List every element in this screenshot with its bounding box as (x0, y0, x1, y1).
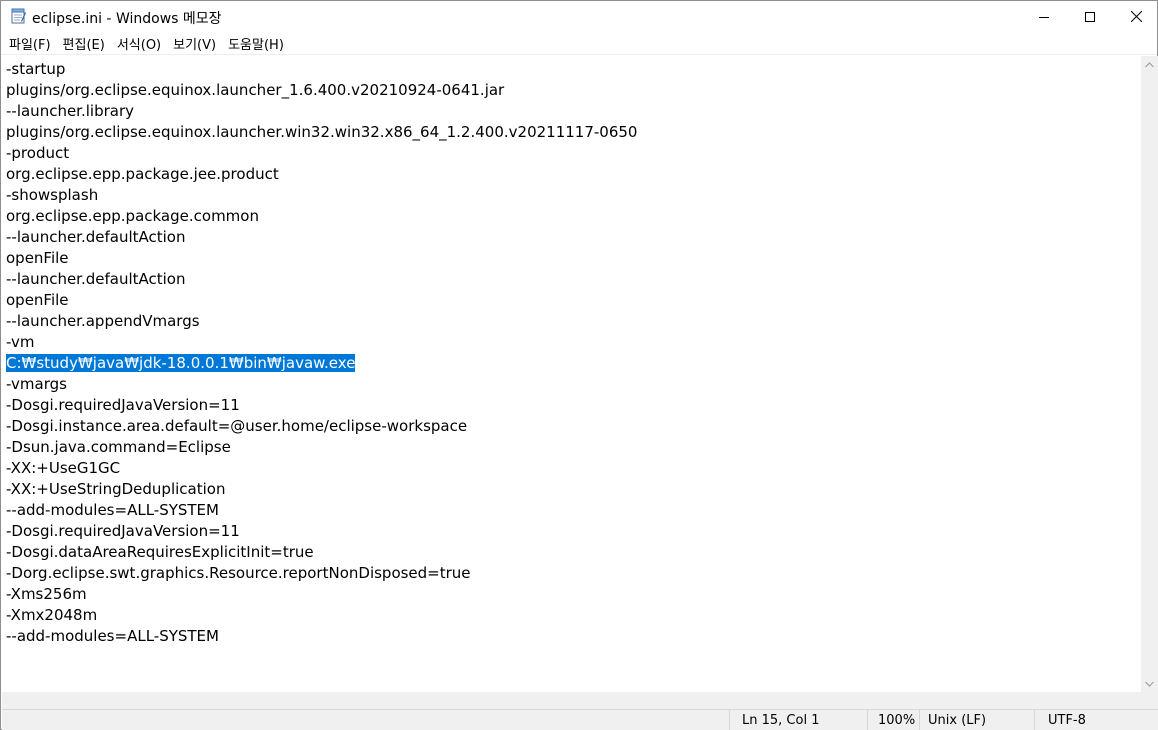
text-line[interactable]: -XX:+UseStringDeduplication (6, 479, 637, 500)
text-line-content: -XX:+UseG1GC (6, 459, 121, 477)
text-line[interactable]: -Dosgi.requiredJavaVersion=11 (6, 395, 637, 416)
text-line[interactable]: -Dsun.java.command=Eclipse (6, 437, 637, 458)
text-line-content: org.eclipse.epp.package.jee.product (6, 165, 279, 183)
editor-lines: -startup plugins/org.eclipse.equinox.laun… (6, 59, 637, 647)
text-line[interactable]: -vmargs (6, 374, 637, 395)
text-line-content: plugins/org.eclipse.equinox.launcher_1.6… (6, 81, 505, 99)
status-cursor-position: Ln 15, Col 1 (729, 710, 867, 730)
text-line-content: -Dsun.java.command=Eclipse (6, 438, 231, 456)
text-line-content: -Dosgi.requiredJavaVersion=11 (6, 396, 240, 414)
text-line[interactable]: -Dosgi.instance.area.default=@user.home/… (6, 416, 637, 437)
text-line-content: C:₩study₩java₩jdk-18.0.0.1₩bin₩javaw.exe (6, 354, 356, 372)
horizontal-scrollbar[interactable] (2, 692, 1141, 709)
maximize-button[interactable] (1067, 1, 1113, 32)
text-line[interactable]: -Xmx2048m (6, 605, 637, 626)
text-line-content: -vmargs (6, 375, 67, 393)
text-line-content: plugins/org.eclipse.equinox.launcher.win… (6, 123, 638, 141)
minimize-button[interactable] (1021, 1, 1067, 32)
chevron-up-icon (1145, 61, 1154, 67)
text-line[interactable]: --launcher.defaultAction (6, 269, 637, 290)
status-line-ending: Unix (LF) (919, 710, 1034, 730)
text-line[interactable]: --add-modules=ALL-SYSTEM (6, 626, 637, 647)
text-editor[interactable]: -startup plugins/org.eclipse.equinox.laun… (2, 56, 1141, 692)
scroll-down-button[interactable] (1141, 675, 1158, 692)
close-button[interactable] (1113, 1, 1158, 32)
text-line-content: -product (6, 144, 70, 162)
scroll-up-button[interactable] (1141, 56, 1158, 73)
text-line[interactable]: -XX:+UseG1GC (6, 458, 637, 479)
status-bar: Ln 15, Col 1 100% Unix (LF) UTF-8 (2, 709, 1158, 730)
text-line[interactable]: --launcher.appendVmargs (6, 311, 637, 332)
text-line-content: --launcher.defaultAction (6, 270, 186, 288)
text-line-content: openFile (6, 291, 69, 309)
vertical-scrollbar[interactable] (1141, 56, 1158, 692)
maximize-icon (1085, 11, 1095, 22)
menu-file[interactable]: 파일(F) (3, 32, 57, 55)
text-line[interactable]: -Dorg.eclipse.swt.graphics.Resource.repo… (6, 563, 637, 584)
menu-help[interactable]: 도움말(H) (222, 32, 290, 55)
title-bar[interactable]: eclipse.ini - Windows 메모장 (1, 1, 1157, 32)
text-line[interactable]: plugins/org.eclipse.equinox.launcher_1.6… (6, 80, 637, 101)
text-line[interactable]: -showsplash (6, 185, 637, 206)
text-line[interactable]: --launcher.library (6, 101, 637, 122)
text-line[interactable]: org.eclipse.epp.package.jee.product (6, 164, 637, 185)
text-line-content: -startup (6, 60, 66, 78)
text-line-content: -Dosgi.instance.area.default=@user.home/… (6, 417, 468, 435)
close-icon (1130, 11, 1142, 22)
text-line[interactable]: -Dosgi.requiredJavaVersion=11 (6, 521, 637, 542)
menu-format[interactable]: 서식(O) (111, 32, 167, 55)
text-line[interactable]: plugins/org.eclipse.equinox.launcher.win… (6, 122, 637, 143)
text-line-content: org.eclipse.epp.package.common (6, 207, 259, 225)
text-line-content: --launcher.library (6, 102, 134, 120)
menu-bar: 파일(F) 편집(E) 서식(O) 보기(V) 도움말(H) (1, 32, 1157, 55)
text-line-content: -Dosgi.dataAreaRequiresExplicitInit=true (6, 543, 314, 561)
scrollbar-corner (1141, 692, 1158, 709)
window-title: eclipse.ini - Windows 메모장 (32, 11, 222, 27)
text-line[interactable]: --add-modules=ALL-SYSTEM (6, 500, 637, 521)
text-line[interactable]: -Dosgi.dataAreaRequiresExplicitInit=true (6, 542, 637, 563)
notepad-window: eclipse.ini - Windows 메모장 파일(F) 편집(E) 서식… (0, 0, 1158, 730)
notepad-icon (11, 8, 26, 24)
menu-edit[interactable]: 편집(E) (57, 32, 111, 55)
text-line[interactable]: -startup (6, 59, 637, 80)
selected-text-line[interactable]: C:₩study₩java₩jdk-18.0.0.1₩bin₩javaw.exe (6, 353, 637, 374)
status-zoom: 100% (867, 710, 919, 730)
text-line-content: openFile (6, 249, 69, 267)
text-line[interactable]: openFile (6, 248, 637, 269)
text-line[interactable]: openFile (6, 290, 637, 311)
status-encoding: UTF-8 (1034, 710, 1158, 730)
text-line[interactable]: org.eclipse.epp.package.common (6, 206, 637, 227)
text-line[interactable]: --launcher.defaultAction (6, 227, 637, 248)
chevron-down-icon (1145, 681, 1154, 687)
text-line-content: --add-modules=ALL-SYSTEM (6, 627, 219, 645)
text-line-content: -XX:+UseStringDeduplication (6, 480, 226, 498)
text-line[interactable]: -vm (6, 332, 637, 353)
text-line-content: -Dosgi.requiredJavaVersion=11 (6, 522, 240, 540)
text-line-content: --launcher.defaultAction (6, 228, 186, 246)
text-line[interactable]: -Xms256m (6, 584, 637, 605)
menu-view[interactable]: 보기(V) (167, 32, 222, 55)
text-line-content: -Xms256m (6, 585, 87, 603)
text-line-content: -vm (6, 333, 35, 351)
text-line[interactable]: -product (6, 143, 637, 164)
text-line-content: -showsplash (6, 186, 99, 204)
text-line-content: --add-modules=ALL-SYSTEM (6, 501, 219, 519)
text-line-content: --launcher.appendVmargs (6, 312, 200, 330)
text-line-content: -Dorg.eclipse.swt.graphics.Resource.repo… (6, 564, 471, 582)
minimize-icon (1039, 16, 1049, 18)
text-line-content: -Xmx2048m (6, 606, 98, 624)
